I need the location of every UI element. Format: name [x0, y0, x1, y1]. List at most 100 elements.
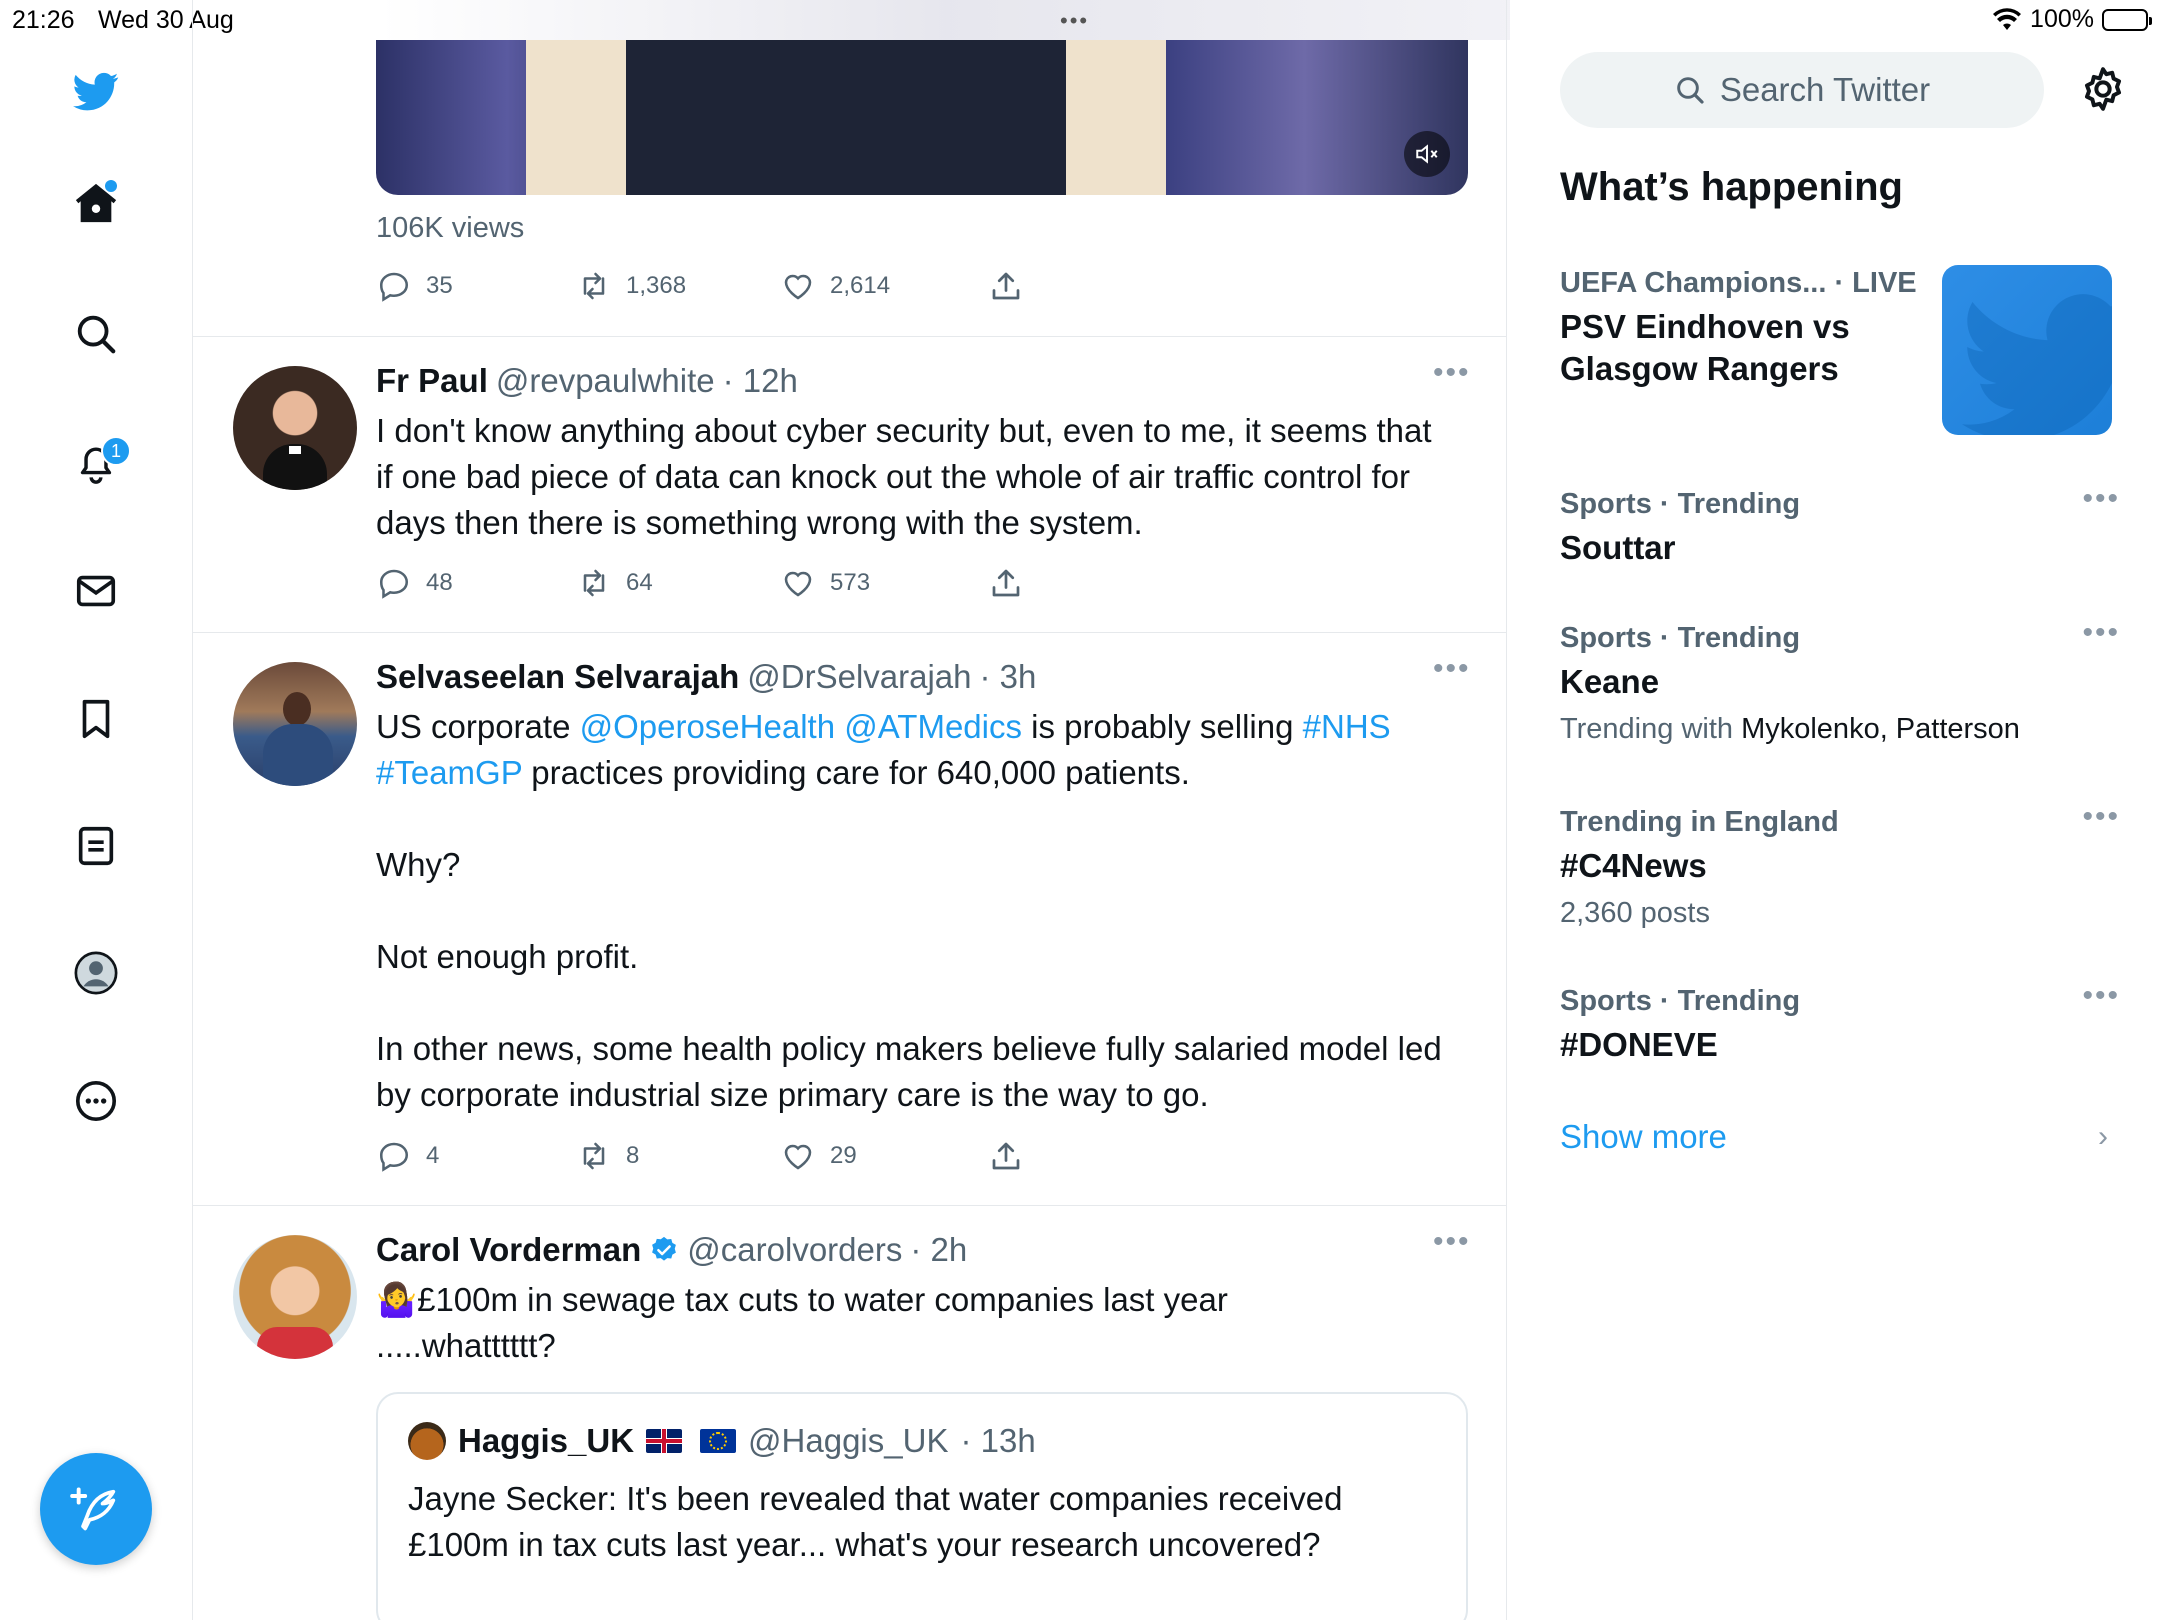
trend-more-button[interactable]: •••: [2082, 800, 2120, 834]
author-name[interactable]: Carol Vorderman: [376, 1231, 641, 1269]
hashtag-link[interactable]: #NHS: [1303, 708, 1391, 745]
tweet-time[interactable]: · 3h: [980, 658, 1037, 696]
tweet-more-button[interactable]: •••: [1433, 356, 1471, 390]
text-segment: US corporate: [376, 708, 580, 745]
twitter-bird-icon: [1962, 294, 2112, 435]
reply-count: 48: [426, 569, 453, 596]
like-button[interactable]: 29: [780, 1138, 988, 1174]
author-handle[interactable]: @DrSelvarajah: [747, 658, 971, 696]
heart-icon: [784, 1144, 812, 1170]
trend-sub-prefix: Trending with: [1560, 713, 1742, 745]
share-icon: [992, 569, 1020, 597]
avatar[interactable]: [233, 662, 357, 786]
trend-more-button[interactable]: •••: [2082, 482, 2120, 516]
tweet-more-button[interactable]: •••: [1433, 1225, 1471, 1259]
text-segment: In other news, some health policy makers…: [376, 1030, 1451, 1113]
author-name[interactable]: Fr Paul: [376, 362, 488, 400]
nav-messages[interactable]: [65, 560, 127, 622]
trend-meta: Sports · Trending: [1560, 488, 1801, 520]
avatar[interactable]: [233, 366, 357, 490]
share-button[interactable]: [988, 268, 1024, 304]
chevron-right-icon[interactable]: ›: [2098, 1120, 2108, 1154]
search-icon: [77, 315, 116, 354]
like-count: 2,614: [830, 272, 891, 299]
share-icon: [992, 1142, 1020, 1170]
author-name[interactable]: Selvaseelan Selvarajah: [376, 658, 739, 696]
retweet-button[interactable]: 1,368: [576, 268, 780, 304]
avatar[interactable]: [233, 1235, 357, 1359]
trend-meta: UEFA Champions... · LIVE: [1560, 267, 1917, 299]
reply-button[interactable]: 35: [376, 268, 576, 304]
author-handle[interactable]: @revpaulwhite: [496, 362, 715, 400]
trend-item[interactable]: Sports · Trending Souttar •••: [1560, 482, 2120, 569]
tweet-time[interactable]: · 12h: [723, 362, 798, 400]
retweet-button[interactable]: 8: [576, 1138, 780, 1174]
text-segment: Why?: [376, 846, 461, 883]
compose-tweet-button[interactable]: [40, 1453, 152, 1565]
quoted-tweet[interactable]: Haggis_UK @Haggis_UK · 13h Jayne Secker:…: [376, 1392, 1468, 1620]
tweet-more-button[interactable]: •••: [1433, 652, 1471, 686]
quote-author-handle[interactable]: @Haggis_UK: [748, 1422, 948, 1460]
quote-avatar[interactable]: [408, 1422, 446, 1460]
nav-bookmarks[interactable]: [65, 688, 127, 750]
show-more-link[interactable]: Show more: [1560, 1118, 1727, 1156]
reply-count: 35: [426, 272, 453, 299]
eu-flag-icon: [700, 1429, 737, 1453]
tweet-text: I don't know anything about cyber securi…: [376, 412, 1441, 541]
trend-title: #C4News: [1560, 847, 1707, 884]
mention-link[interactable]: @ATMedics: [844, 708, 1022, 745]
home-new-dot: [105, 180, 117, 192]
twitter-logo-icon[interactable]: [65, 60, 127, 122]
trend-more-button[interactable]: •••: [2082, 616, 2120, 650]
search-input[interactable]: Search Twitter: [1560, 52, 2044, 128]
retweet-icon: [583, 569, 605, 597]
gear-icon[interactable]: [2078, 64, 2128, 114]
trend-item[interactable]: Trending in England #C4News 2,360 posts …: [1560, 800, 2120, 930]
quote-time[interactable]: · 13h: [960, 1422, 1035, 1460]
nav-notifications[interactable]: 1: [65, 432, 131, 494]
reply-count: 4: [426, 1142, 440, 1169]
like-count: 573: [830, 569, 871, 596]
trend-title: PSV Eindhoven vs Glasgow Rangers: [1560, 308, 1850, 387]
nav-lists[interactable]: [65, 815, 127, 877]
tweet-actions: 35 1,368 2,614: [376, 266, 1024, 306]
tweet-text: US corporate @OperoseHealth @ATMedics is…: [376, 704, 1456, 1118]
like-button[interactable]: 573: [780, 565, 988, 601]
trend-meta: Sports · Trending: [1560, 985, 1801, 1017]
share-button[interactable]: [988, 1138, 1024, 1174]
quote-author-name[interactable]: Haggis_UK: [458, 1422, 634, 1460]
mention-link[interactable]: @OperoseHealth: [580, 708, 835, 745]
nav-home[interactable]: [65, 172, 127, 234]
author-handle[interactable]: @carolvorders: [687, 1231, 902, 1269]
envelope-icon: [76, 575, 116, 607]
trend-item[interactable]: UEFA Champions... · LIVE PSV Eindhoven v…: [1560, 267, 1940, 390]
trend-item[interactable]: Sports · Trending Keane Trending with My…: [1560, 616, 2120, 746]
text-segment: is probably selling: [1021, 708, 1303, 745]
shrug-emoji: 🤷‍♀️: [376, 1281, 418, 1318]
nav-explore[interactable]: [65, 303, 127, 365]
verified-badge-icon: [652, 1236, 677, 1261]
more-circle-icon: [75, 1080, 117, 1122]
like-button[interactable]: 2,614: [780, 268, 988, 304]
nav-more[interactable]: [65, 1070, 127, 1132]
text-segment: £100m in sewage tax cuts to water compan…: [376, 1281, 1238, 1364]
search-icon: [1677, 77, 1704, 104]
trend-more-button[interactable]: •••: [2082, 979, 2120, 1013]
tweet-time[interactable]: · 2h: [910, 1231, 967, 1269]
reply-button[interactable]: 48: [376, 565, 576, 601]
tweet-header: Selvaseelan Selvarajah @DrSelvarajah · 3…: [376, 658, 1036, 696]
tweet-header: Carol Vorderman @carolvorders · 2h: [376, 1231, 967, 1269]
retweet-button[interactable]: 64: [576, 565, 780, 601]
trend-image[interactable]: [1942, 265, 2112, 435]
trend-meta: Sports · Trending: [1560, 622, 1801, 654]
mute-button[interactable]: [1404, 131, 1450, 177]
hashtag-link[interactable]: #TeamGP: [376, 754, 522, 791]
reply-button[interactable]: 4: [376, 1138, 576, 1174]
feather-plus-icon: [70, 1487, 116, 1531]
nav-profile[interactable]: [65, 942, 127, 1004]
trend-item[interactable]: Sports · Trending #DONEVE •••: [1560, 979, 2120, 1066]
retweet-icon: [583, 272, 605, 300]
heart-icon: [784, 274, 812, 300]
share-button[interactable]: [988, 565, 1024, 601]
video-media[interactable]: [376, 40, 1468, 195]
